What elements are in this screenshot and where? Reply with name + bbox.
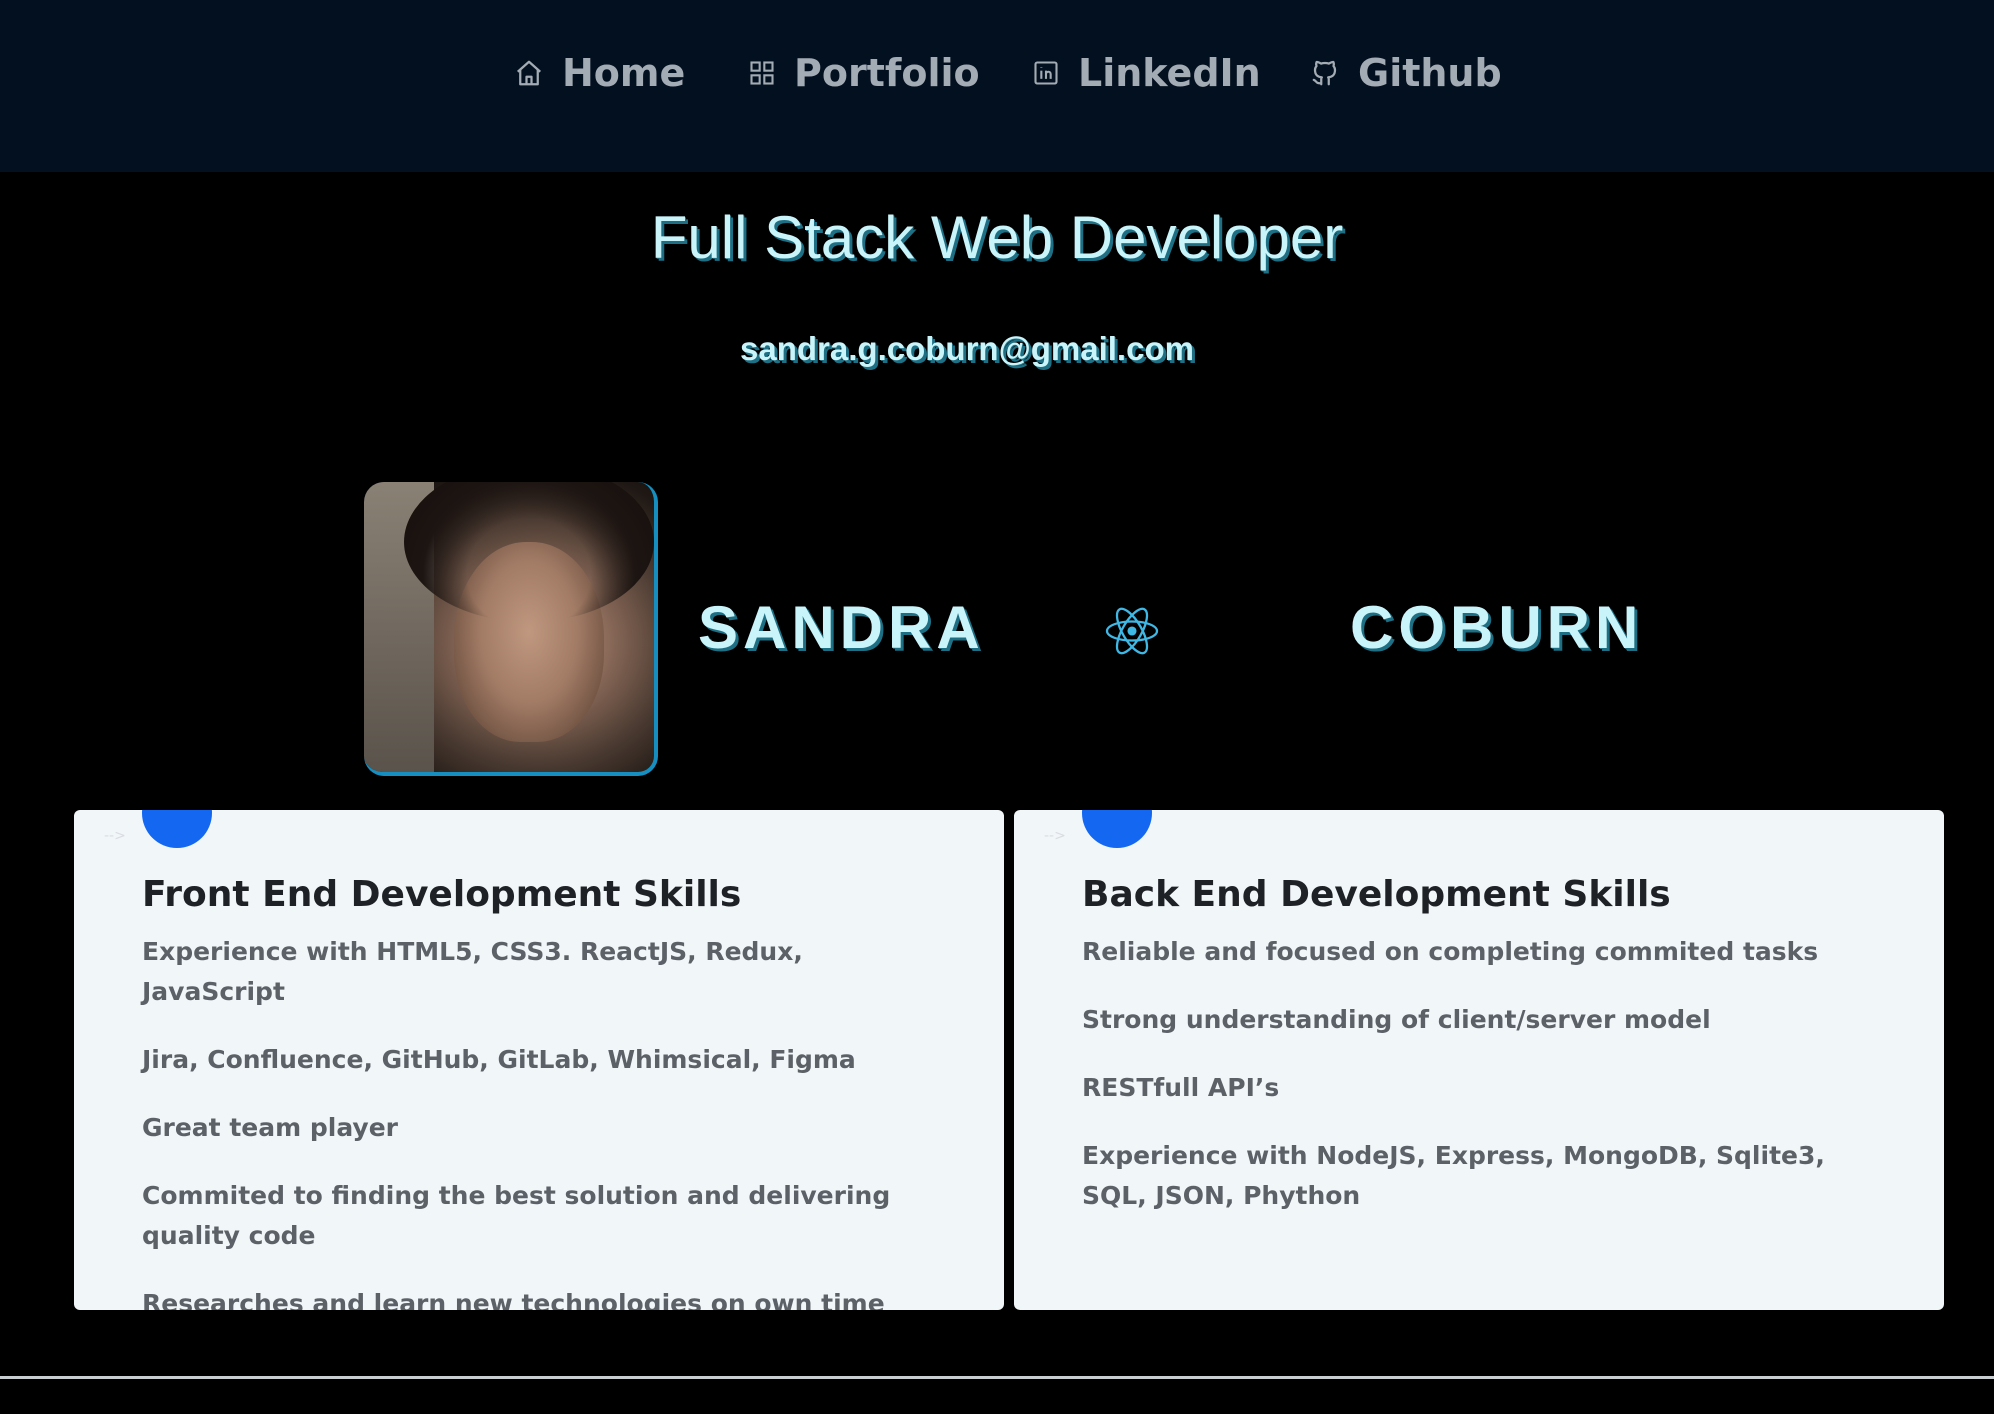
nav-portfolio-label: Portfolio (794, 51, 980, 95)
list-item: Experience with NodeJS, Express, MongoDB… (1082, 1141, 1825, 1210)
list-item: Jira, Confluence, GitHub, GitLab, Whimsi… (142, 1045, 856, 1074)
list-item: Reliable and focused on completing commi… (1082, 937, 1819, 966)
footer-divider (0, 1376, 1994, 1379)
home-icon (517, 60, 541, 86)
nav-home-link[interactable]: Home (514, 40, 685, 106)
nav-linkedin-label: LinkedIn (1078, 51, 1261, 95)
nav-github-label: Github (1358, 51, 1502, 95)
card-arrow-text: --> (1044, 828, 1066, 844)
email-link[interactable]: sandra.g.coburn@gmail.com (0, 328, 1934, 370)
list-item: Strong understanding of client/server mo… (1082, 1005, 1711, 1034)
skills-list: Reliable and focused on completing commi… (1082, 932, 1862, 1244)
grid-icon (750, 61, 774, 85)
nav-home-label: Home (562, 51, 686, 95)
list-item: RESTfull API’s (1082, 1073, 1280, 1102)
card-arrow-text: --> (104, 828, 126, 844)
card-title: Back End Development Skills (1082, 874, 1671, 915)
card-title: Front End Development Skills (142, 874, 742, 915)
nav-portfolio-link[interactable]: Portfolio (748, 40, 980, 106)
list-item: Commited to finding the best solution an… (142, 1181, 891, 1250)
last-name: COBURN (1350, 594, 1644, 661)
nav-linkedin-link[interactable]: LinkedIn (1032, 40, 1261, 106)
back-end-skills-card: --> Back End Development Skills Reliable… (1014, 810, 1944, 1310)
list-item: Researches and learn new technologies on… (142, 1289, 885, 1310)
linkedin-icon (1034, 61, 1058, 85)
list-item: Great team player (142, 1113, 399, 1142)
card-accent-dot (1082, 810, 1152, 848)
page-title: Full Stack Web Developer (650, 204, 1344, 271)
top-nav: Home Portfolio LinkedIn Github (0, 0, 1994, 172)
profile-photo (364, 482, 658, 776)
nav-github-link[interactable]: Github (1310, 40, 1502, 106)
github-icon (1312, 60, 1337, 86)
skills-list: Experience with HTML5, CSS3. ReactJS, Re… (142, 932, 922, 1310)
card-accent-dot (142, 810, 212, 848)
first-name: SANDRA (698, 594, 985, 661)
front-end-skills-card: --> Front End Development Skills Experie… (74, 810, 1004, 1310)
list-item: Experience with HTML5, CSS3. ReactJS, Re… (142, 937, 803, 1006)
react-logo-icon (1105, 607, 1159, 655)
